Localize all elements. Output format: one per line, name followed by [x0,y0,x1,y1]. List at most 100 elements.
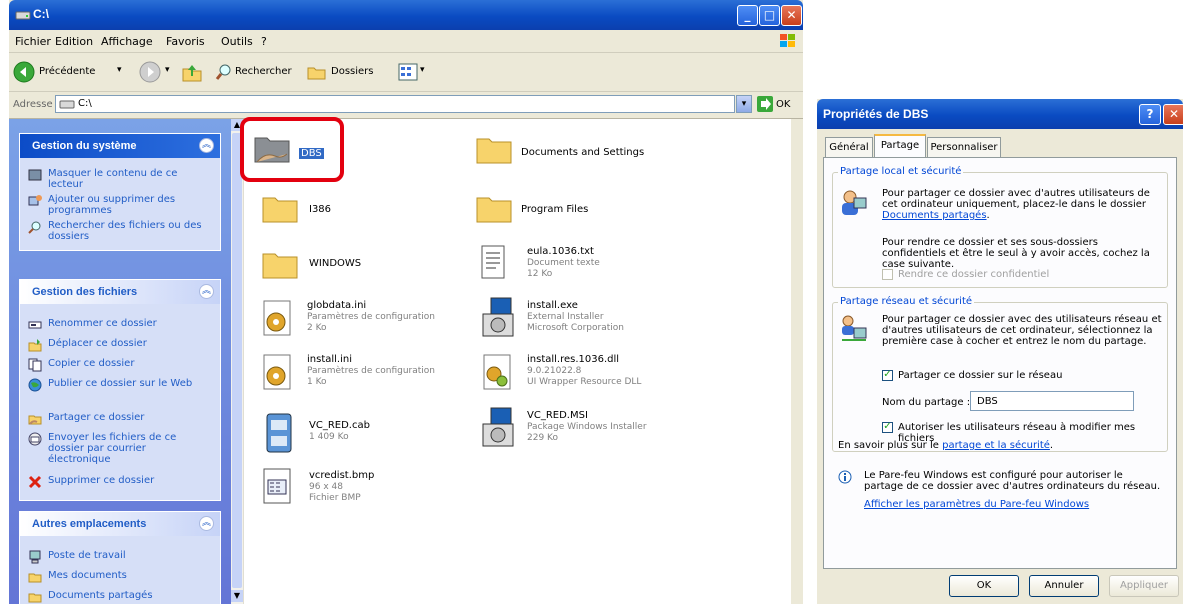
windows-logo-icon [780,34,795,47]
file-item-windows[interactable]: WINDOWS [259,242,459,292]
menu-bar: Fichier Edition Affichage Favoris Outils… [9,30,803,53]
info-icon [838,470,852,484]
allow-modify-checkbox[interactable]: ✓ [882,422,893,433]
panel-system-header[interactable]: Gestion du système ︽ [20,134,220,158]
maximize-button[interactable]: □ [759,5,780,26]
tab-general[interactable]: Général [825,137,873,157]
email-icon [28,432,42,446]
tab-sharing[interactable]: Partage [874,134,926,158]
globe-icon [28,378,42,392]
share-on-network-checkbox[interactable]: ✓ [882,370,893,381]
views-icon[interactable] [397,61,419,83]
panel-system: Gestion du système ︽ Masquer le contenu … [19,133,221,251]
file-item-eula[interactable]: eula.1036.txt Document texte 12 Ko [477,241,677,291]
back-button[interactable]: Précédente ▾ [13,61,133,83]
dialog-title-bar[interactable]: Propriétés de DBS ? ✕ [817,99,1183,129]
file-item-vcredist-bmp[interactable]: vcredist.bmp 96 x 48 Fichier BMP [259,466,469,516]
minimize-button[interactable]: _ [737,5,758,26]
toolbar: Précédente ▾ ▾ Rechercher Dossiers ▾ [9,53,803,92]
dll-file-icon [483,354,511,390]
file-item-vc-red-msi[interactable]: VC_RED.MSI Package Windows Installer 229… [477,404,687,454]
share-folder-icon [28,415,42,425]
drive-icon [59,100,75,109]
firewall-text: Le Pare-feu Windows est configuré pour a… [864,470,1161,492]
folder-icon [262,197,298,223]
address-input[interactable]: C:\ [55,95,735,113]
private-label: Rendre ce dossier confidentiel [898,269,1050,280]
sharing-security-link[interactable]: partage et la sécurité [942,440,1050,451]
programs-icon [28,195,42,206]
share-name-input[interactable]: DBS [970,391,1134,411]
collapse-chevron-icon[interactable]: ︽ [199,138,214,153]
scroll-thumb[interactable] [232,133,242,588]
address-dropdown-icon[interactable]: ▾ [736,95,752,113]
views-dropdown-icon[interactable]: ▾ [420,65,425,75]
private-description: Pour rendre ce dossier et ses sous-dossi… [882,237,1150,270]
help-button[interactable]: ? [1139,104,1161,125]
file-item-documents-and-settings[interactable]: Documents and Settings [471,127,671,177]
users-computer-icon [842,190,867,215]
task-pane: Gestion du système ︽ Masquer le contenu … [9,119,231,604]
bitmap-file-icon [263,468,291,504]
folders-icon [307,67,326,80]
file-item-install-ini[interactable]: install.ini Paramètres de configuration … [257,350,467,400]
file-item-globdata-ini[interactable]: globdata.ini Paramètres de configuration… [257,296,467,346]
go-arrow-icon[interactable] [757,96,773,112]
highlight-box [240,117,344,182]
file-item-vc-red-cab[interactable]: VC_RED.cab 1 409 Ko [259,410,469,460]
file-item-install-exe[interactable]: install.exe External Installer Microsoft… [477,294,687,344]
firewall-settings-link[interactable]: Afficher les paramètres du Pare-feu Wind… [864,499,1089,510]
apply-button[interactable]: Appliquer [1109,575,1179,597]
file-item-i386[interactable]: I386 [259,186,459,236]
collapse-chevron-icon[interactable]: ︽ [199,284,214,299]
vertical-scrollbar[interactable]: ▲ ▼ [231,119,244,604]
search-button[interactable]: Rechercher [215,61,303,83]
documents-folder-icon [28,573,42,583]
panel-places: Autres emplacements ︽ Poste de travail M… [19,511,221,604]
menu-affichage[interactable]: Affichage [101,35,153,48]
network-sharing-description: Pour partager ce dossier avec des utilis… [882,314,1162,347]
menu-help[interactable]: ? [261,35,267,48]
panel-files: Gestion des fichiers ︽ Renommer ce dossi… [19,279,221,501]
msi-package-icon [482,407,514,447]
private-checkbox[interactable] [882,269,893,280]
explorer-window: C:\ _ □ ✕ Fichier Edition Affichage Favo… [9,0,803,604]
file-item-install-res-dll[interactable]: install.res.1036.dll 9.0.21022.8 UI Wrap… [477,350,687,400]
close-button[interactable]: ✕ [781,5,802,26]
back-dropdown-icon[interactable]: ▾ [117,65,122,75]
panel-files-header[interactable]: Gestion des fichiers ︽ [20,280,220,304]
folder-icon [476,138,512,164]
installer-icon [482,297,514,337]
file-item-program-files[interactable]: Program Files [471,186,671,236]
address-bar: Adresse C:\ ▾ OK [9,92,803,119]
computer-icon [29,550,41,564]
properties-dialog: Propriétés de DBS ? ✕ Général Partage Pe… [817,99,1183,604]
folder-icon [476,197,512,223]
config-file-icon [263,300,291,336]
panel-places-header[interactable]: Autres emplacements ︽ [20,512,220,536]
menu-fichier[interactable]: Fichier [15,35,51,48]
ok-button[interactable]: OK [949,575,1019,597]
scroll-down-icon[interactable]: ▼ [231,590,243,602]
learn-more-text: En savoir plus sur le partage et la sécu… [838,440,1054,451]
text-document-icon [481,245,505,279]
forward-dropdown-icon[interactable]: ▾ [165,65,170,75]
drive-icon [15,11,31,20]
rename-icon [28,321,42,329]
cab-file-icon [266,413,292,453]
back-arrow-icon [13,61,35,83]
go-button[interactable]: OK [776,99,790,110]
dialog-close-button[interactable]: ✕ [1163,104,1183,125]
folders-button[interactable]: Dossiers [307,61,387,83]
shared-documents-link[interactable]: Documents partagés [882,210,987,221]
explorer-title-bar[interactable]: C:\ _ □ ✕ [9,0,803,30]
menu-outils[interactable]: Outils [221,35,253,48]
folder-up-icon[interactable] [181,61,203,83]
collapse-chevron-icon[interactable]: ︽ [199,516,214,531]
menu-favoris[interactable]: Favoris [166,35,205,48]
search-icon [215,64,231,80]
forward-arrow-icon[interactable] [139,61,161,83]
cancel-button[interactable]: Annuler [1029,575,1099,597]
tab-customize[interactable]: Personnaliser [927,137,1001,157]
menu-edition[interactable]: Edition [55,35,93,48]
